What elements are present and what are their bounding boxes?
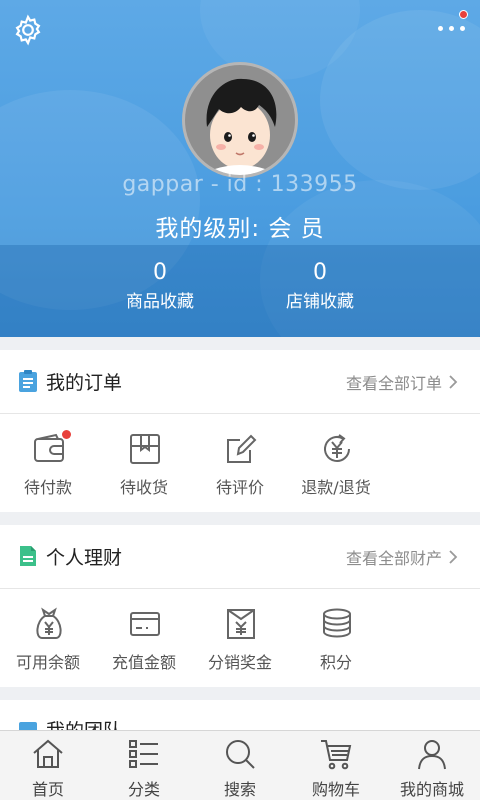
- shop-favorites-label: 店铺收藏: [286, 292, 354, 312]
- order-pending-payment-label: 待付款: [23, 478, 72, 497]
- product-favorites-count: 0: [153, 260, 167, 285]
- nav-cart[interactable]: 购物车: [288, 731, 384, 800]
- order-pending-review[interactable]: 待评价: [192, 414, 288, 512]
- personal-finance-title: 个人理财: [46, 547, 123, 569]
- personal-finance-header: 个人理财 查看全部财产: [0, 525, 480, 589]
- favorites-bar: 0 商品收藏 0 店铺收藏: [0, 245, 480, 337]
- order-pending-receipt-label: 待收货: [119, 478, 168, 497]
- bottom-navigation: 首页 分类 搜索 购物车 我的商城: [0, 730, 480, 800]
- card-icon: [130, 612, 160, 636]
- recharge-amount-label: 充值金额: [111, 653, 176, 672]
- box-icon: [130, 434, 160, 464]
- nav-home-label: 首页: [31, 780, 64, 799]
- category-icon: [129, 740, 158, 768]
- distribution-bonus[interactable]: 分销奖金: [192, 589, 288, 687]
- points[interactable]: 积分: [288, 589, 384, 687]
- order-refund-return-label: 退款/退货: [301, 478, 371, 497]
- user-icon: [418, 740, 446, 770]
- nav-category[interactable]: 分类: [96, 731, 192, 800]
- my-orders-header: 我的订单 查看全部订单: [0, 350, 480, 414]
- finance-grid: 可用余额 充值金额 分销奖金 积分: [0, 589, 480, 687]
- pending-payment-badge: [62, 430, 71, 439]
- order-pending-review-label: 待评价: [215, 478, 264, 497]
- my-orders-card: 我的订单 查看全部订单 待付款 待收货 待评价 退款/退货: [0, 350, 480, 512]
- points-label: 积分: [319, 653, 352, 672]
- nav-my-mall-label: 我的商城: [399, 780, 464, 799]
- orders-grid: 待付款 待收货 待评价 退款/退货: [0, 414, 480, 512]
- shop-favorites-count: 0: [313, 260, 327, 285]
- product-favorites[interactable]: 0 商品收藏: [80, 245, 240, 337]
- view-all-orders-link[interactable]: 查看全部订单: [346, 370, 458, 394]
- edit-icon: [227, 434, 257, 463]
- more-menu-button[interactable]: [432, 10, 472, 46]
- personal-finance-card: 个人理财 查看全部财产 可用余额 充值金额 分销奖金 积分: [0, 525, 480, 687]
- document-icon: [20, 546, 36, 566]
- order-pending-receipt[interactable]: 待收货: [96, 414, 192, 512]
- coins-icon: [323, 608, 351, 638]
- nav-my-mall[interactable]: 我的商城: [384, 731, 480, 800]
- available-balance-label: 可用余额: [15, 653, 80, 672]
- order-pending-payment[interactable]: 待付款: [0, 414, 96, 512]
- order-refund-return[interactable]: 退款/退货: [288, 414, 384, 512]
- avatar-cartoon-boy-icon: [206, 78, 277, 175]
- gear-icon: [15, 14, 41, 46]
- my-orders-title: 我的订单: [46, 372, 123, 394]
- clipboard-icon: [19, 370, 37, 392]
- chevron-right-icon: [449, 550, 458, 564]
- search-icon: [226, 740, 255, 769]
- view-all-assets-label: 查看全部财产: [345, 549, 442, 568]
- wallet-icon: [34, 433, 64, 462]
- settings-button[interactable]: [10, 12, 46, 48]
- shop-favorites[interactable]: 0 店铺收藏: [240, 245, 400, 337]
- bonus-envelope-icon: [227, 609, 255, 639]
- more-dots-icon: [438, 26, 465, 31]
- recharge-amount[interactable]: 充值金额: [96, 589, 192, 687]
- profile-header: gappar - id : 133955 我的级别: 会 员 0 商品收藏 0 …: [0, 0, 480, 337]
- nav-home[interactable]: 首页: [0, 731, 96, 800]
- avatar[interactable]: [182, 62, 298, 178]
- member-level: 我的级别: 会 员: [155, 216, 325, 242]
- notification-dot: [459, 10, 468, 19]
- username-id: gappar - id : 133955: [122, 172, 358, 197]
- nav-cart-label: 购物车: [311, 780, 360, 799]
- money-bag-icon: [36, 607, 62, 639]
- product-favorites-label: 商品收藏: [126, 292, 194, 312]
- view-all-orders-label: 查看全部订单: [345, 374, 442, 393]
- refund-icon: [324, 434, 350, 462]
- nav-search[interactable]: 搜索: [192, 731, 288, 800]
- cart-icon: [321, 740, 352, 770]
- chevron-right-icon: [449, 375, 458, 389]
- view-all-assets-link[interactable]: 查看全部财产: [346, 545, 458, 569]
- home-icon: [33, 739, 63, 768]
- available-balance[interactable]: 可用余额: [0, 589, 96, 687]
- nav-search-label: 搜索: [223, 780, 256, 799]
- distribution-bonus-label: 分销奖金: [207, 653, 272, 672]
- nav-category-label: 分类: [127, 780, 160, 799]
